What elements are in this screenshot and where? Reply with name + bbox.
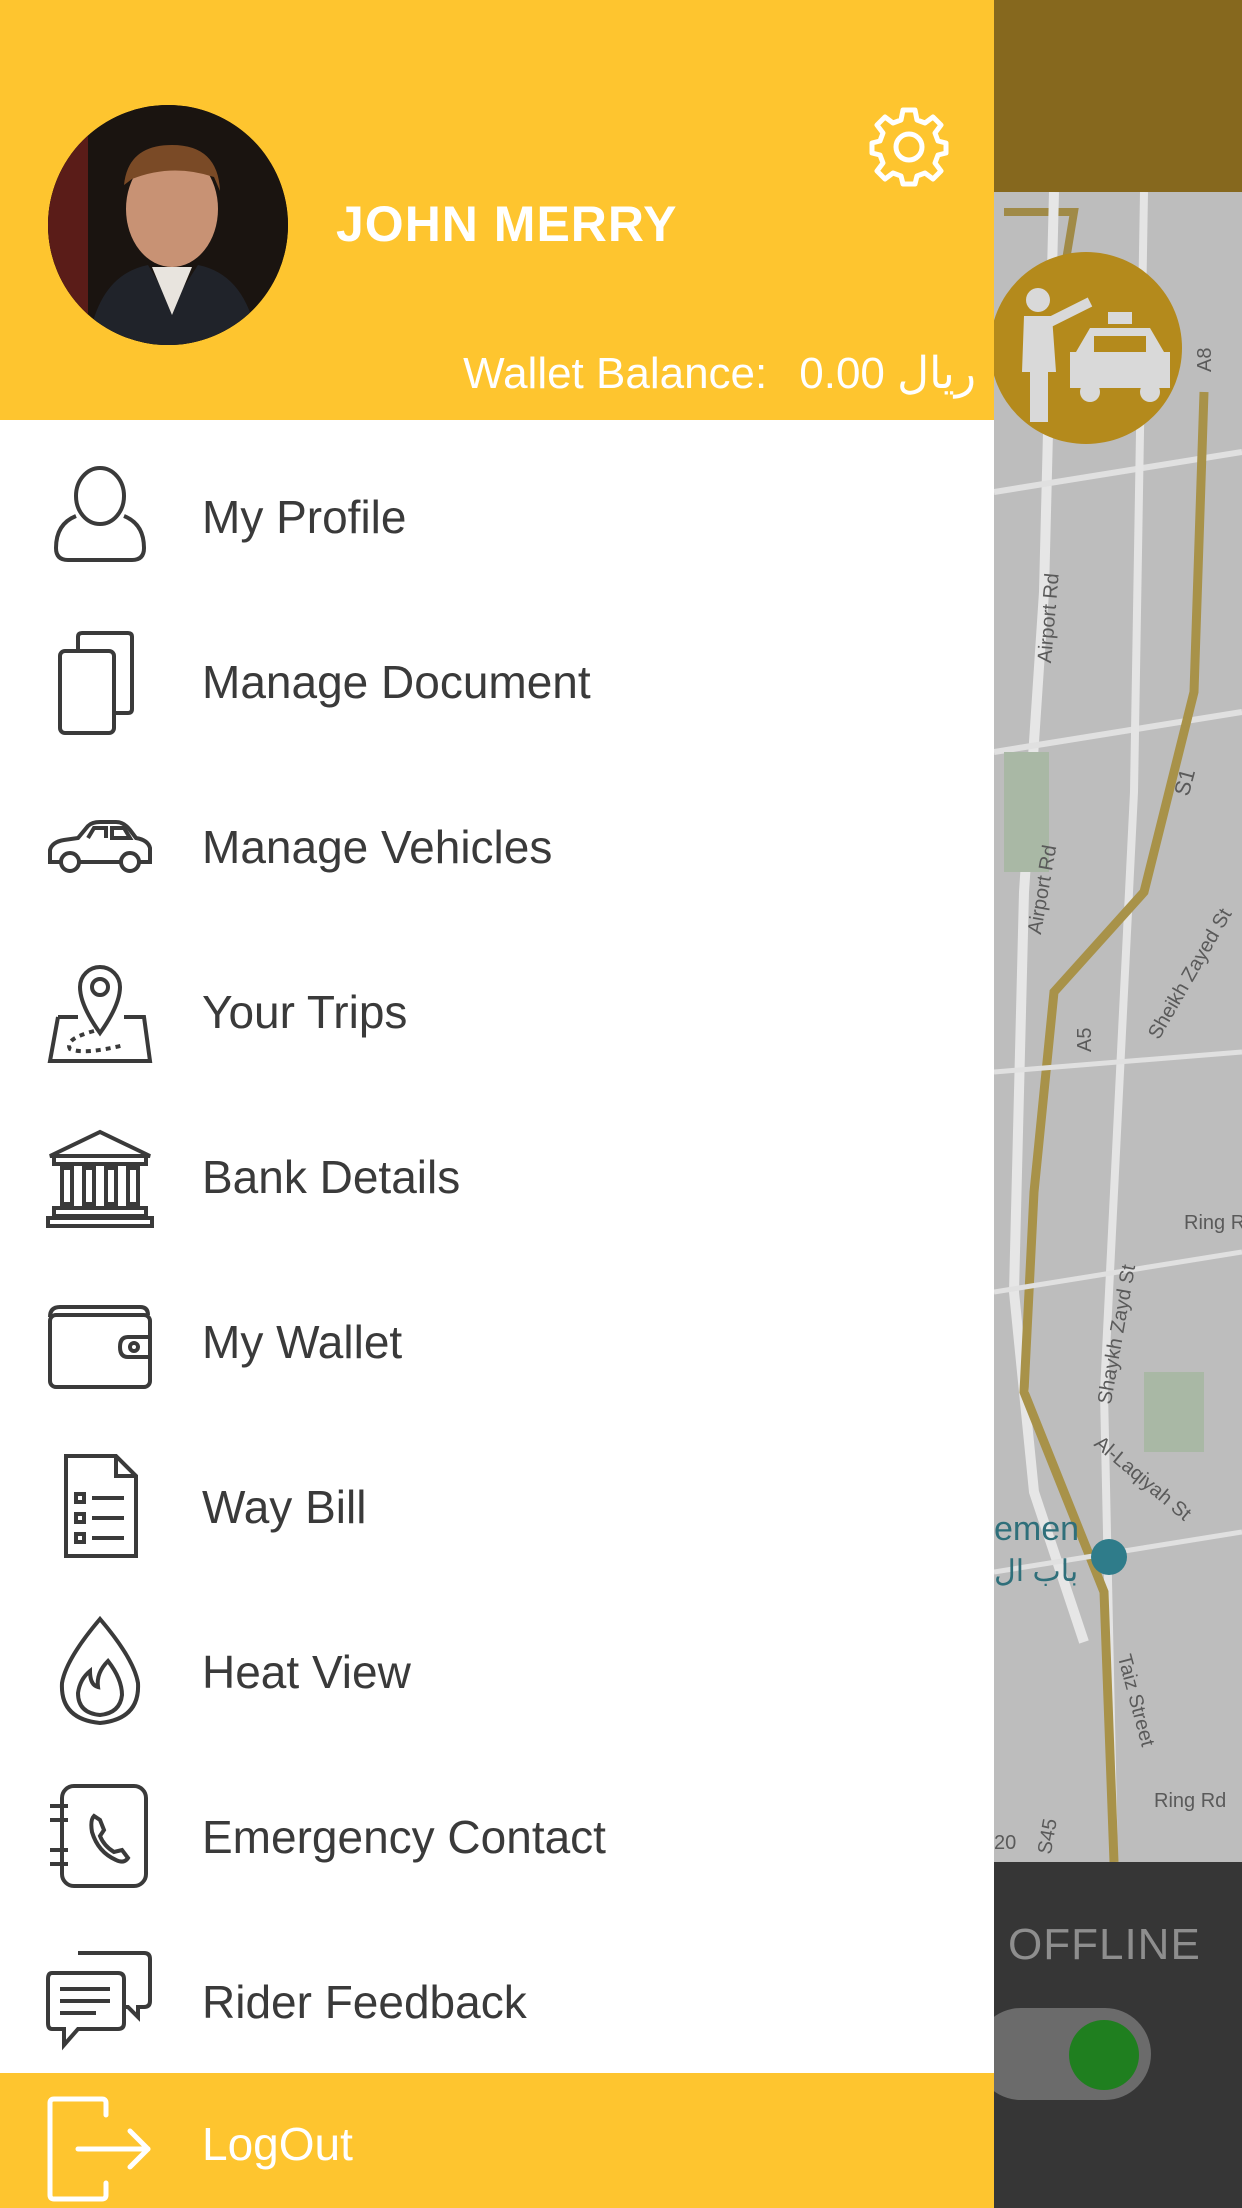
- menu-label: Bank Details: [202, 1151, 461, 1203]
- chat-icon: [46, 1951, 152, 2051]
- menu-label: Manage Document: [202, 656, 591, 708]
- hail-taxi-button[interactable]: [990, 252, 1182, 444]
- menu-item-manage-document[interactable]: Manage Document: [0, 585, 994, 750]
- menu-label: Heat View: [202, 1646, 411, 1698]
- navigation-drawer: JOHN MERRY Wallet Balance: 0.00 ريال My P…: [0, 0, 994, 2208]
- flame-icon: [59, 1615, 141, 1726]
- menu-item-emergency-contact[interactable]: Emergency Contact: [0, 1740, 994, 1905]
- bank-icon: [46, 1129, 154, 1228]
- avatar-photo: [48, 105, 288, 345]
- menu-label: Your Trips: [202, 986, 408, 1038]
- wallet-balance-label: Wallet Balance:: [463, 349, 768, 398]
- documents-icon: [58, 631, 134, 735]
- gear-icon: [869, 107, 949, 187]
- phone-book-icon: [50, 1784, 148, 1888]
- menu-item-manage-vehicles[interactable]: Manage Vehicles: [0, 750, 994, 915]
- map-label: A8: [1194, 347, 1216, 372]
- menu-label: My Wallet: [202, 1316, 403, 1368]
- wallet-icon: [48, 1305, 152, 1389]
- user-icon: [53, 466, 147, 562]
- menu-item-bank-details[interactable]: Bank Details: [0, 1080, 994, 1245]
- menu-item-your-trips[interactable]: Your Trips: [0, 915, 994, 1080]
- menu-item-my-profile[interactable]: My Profile: [0, 420, 994, 585]
- map-label: Ring Rd: [1154, 1790, 1227, 1812]
- menu-item-rider-feedback[interactable]: Rider Feedback: [0, 1905, 994, 2070]
- online-toggle-knob[interactable]: [1069, 2020, 1139, 2090]
- menu-label: My Profile: [202, 491, 407, 543]
- avatar[interactable]: [48, 105, 288, 345]
- online-status-text: OFFLINE: [1008, 1920, 1201, 1969]
- menu-label: Manage Vehicles: [202, 821, 553, 873]
- user-name: JOHN MERRY: [336, 196, 678, 252]
- menu-label: Emergency Contact: [202, 1811, 606, 1863]
- menu-label: Way Bill: [202, 1481, 367, 1533]
- logout-label: LogOut: [202, 2118, 353, 2170]
- menu-item-heat-view[interactable]: Heat View: [0, 1575, 994, 1740]
- car-icon: [48, 820, 152, 873]
- checklist-icon: [64, 1454, 138, 1558]
- menu-item-way-bill[interactable]: Way Bill: [0, 1410, 994, 1575]
- taxi-icon: [1022, 288, 1170, 422]
- map-label: Ring R: [1184, 1212, 1242, 1234]
- map-label: A5: [1074, 1027, 1096, 1052]
- drawer-header: JOHN MERRY Wallet Balance: 0.00 ريال: [0, 0, 994, 420]
- map-label: باب ال: [994, 1555, 1079, 1588]
- logout-button[interactable]: LogOut: [0, 2073, 994, 2208]
- logout-icon: [47, 2096, 151, 2202]
- wallet-balance-amount: 0.00: [799, 349, 885, 398]
- wallet-balance: Wallet Balance: 0.00 ريال: [463, 348, 976, 399]
- menu-label: Rider Feedback: [202, 1976, 527, 2028]
- map-pin-icon: [47, 965, 153, 1063]
- app-top-bar: [994, 0, 1242, 192]
- map-label: 20: [994, 1832, 1017, 1854]
- menu-item-my-wallet[interactable]: My Wallet: [0, 1245, 994, 1410]
- wallet-balance-currency: ريال: [897, 349, 976, 398]
- map-label: emen: [994, 1510, 1080, 1548]
- settings-button[interactable]: [866, 104, 952, 190]
